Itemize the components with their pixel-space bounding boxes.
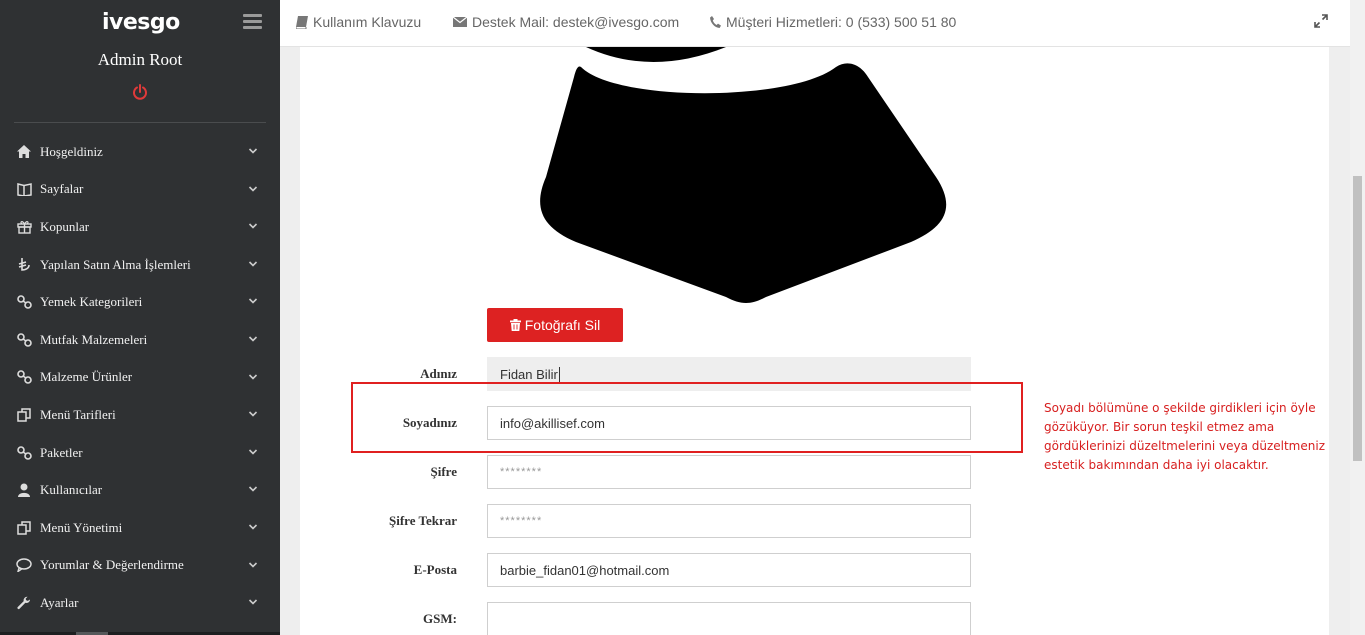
chevron-down-icon bbox=[248, 186, 258, 192]
logo-row: ivesgo bbox=[0, 8, 280, 38]
user-guide-link[interactable]: Kullanım Klavuzu bbox=[296, 14, 421, 30]
chevron-down-icon bbox=[248, 486, 258, 492]
sidebar-item-kopunlar[interactable]: Kopunlar bbox=[0, 208, 280, 246]
copy-icon bbox=[16, 407, 32, 423]
trash-icon bbox=[509, 319, 521, 331]
chevron-down-icon bbox=[248, 373, 258, 380]
gsm-field[interactable] bbox=[487, 602, 971, 635]
sidebar-item-label: Sayfalar bbox=[40, 181, 84, 197]
sidebar-item-sayfalar[interactable]: Sayfalar bbox=[0, 171, 280, 209]
email-label: E-Posta bbox=[413, 562, 457, 577]
text-caret bbox=[558, 366, 560, 382]
hamburger-menu-icon[interactable] bbox=[243, 14, 262, 29]
sidebar-item-paketler[interactable]: Paketler bbox=[0, 434, 280, 472]
scrollbar[interactable] bbox=[1350, 0, 1365, 635]
chevron-down-icon bbox=[248, 261, 258, 267]
copy-icon bbox=[16, 520, 32, 536]
first-name-field[interactable]: Fidan Bilir bbox=[487, 357, 971, 391]
book-icon bbox=[296, 15, 308, 29]
sidebar-item-label: Kopunlar bbox=[40, 218, 90, 234]
sidebar-item-label: Yorumlar & Değerlendirme bbox=[40, 557, 184, 573]
profile-card: Fotoğrafı Sil Adınız Fidan Bilir Soyadın… bbox=[300, 47, 1329, 635]
sidebar-item-yemek-kategorileri[interactable]: Yemek Kategorileri bbox=[0, 283, 280, 321]
comment-icon bbox=[16, 557, 32, 573]
chevron-down-icon bbox=[248, 524, 258, 530]
envelope-icon bbox=[453, 17, 467, 27]
fullscreen-expand-icon[interactable] bbox=[1314, 14, 1328, 28]
link-icon bbox=[16, 369, 32, 385]
book-icon bbox=[16, 181, 32, 197]
topbar: Kullanım Klavuzu Destek Mail: destek@ive… bbox=[280, 0, 1350, 47]
power-icon[interactable] bbox=[132, 84, 148, 100]
last-name-value: info@akillisef.com bbox=[500, 415, 605, 431]
lira-icon bbox=[16, 257, 32, 273]
sidebar-item-label: Hoşgeldiniz bbox=[40, 143, 103, 159]
link-icon bbox=[16, 445, 32, 461]
password-value: ******** bbox=[500, 466, 543, 478]
sidebar-item-malzeme-urunler[interactable]: Malzeme Ürünler bbox=[0, 359, 280, 397]
first-name-label: Adınız bbox=[420, 366, 457, 381]
sidebar-item-label: Mutfak Malzemeleri bbox=[40, 331, 148, 347]
password-repeat-label: Şifre Tekrar bbox=[388, 513, 457, 528]
gift-icon bbox=[16, 219, 32, 235]
chevron-down-icon bbox=[248, 336, 258, 342]
avatar-placeholder bbox=[540, 47, 947, 303]
logo[interactable]: ivesgo bbox=[102, 10, 180, 35]
sidebar: ivesgo Admin Root Hoşgeldiniz Sayfalar K… bbox=[0, 0, 280, 635]
chevron-down-icon bbox=[248, 561, 258, 568]
home-icon bbox=[16, 144, 32, 160]
delete-photo-label: Fotoğrafı Sil bbox=[524, 317, 601, 333]
sidebar-item-menu-tarifleri[interactable]: Menü Tarifleri bbox=[0, 396, 280, 434]
sidebar-item-hosgeldiniz[interactable]: Hoşgeldiniz bbox=[0, 133, 280, 171]
sidebar-item-label: Yapılan Satın Alma İşlemleri bbox=[40, 256, 191, 272]
annotation-note: Soyadı bölümüne o şekilde girdikleri içi… bbox=[1044, 401, 1325, 472]
admin-name: Admin Root bbox=[97, 50, 183, 69]
sidebar-item-label: Menü Yönetimi bbox=[40, 519, 123, 535]
user-icon bbox=[16, 482, 32, 498]
chevron-down-icon bbox=[248, 298, 258, 305]
sidebar-item-ayarlar[interactable]: Ayarlar bbox=[0, 584, 280, 622]
sidebar-item-label: Menü Tarifleri bbox=[40, 406, 116, 422]
sidebar-item-satin-alma[interactable]: Yapılan Satın Alma İşlemleri bbox=[0, 246, 280, 284]
chevron-down-icon bbox=[248, 449, 258, 455]
user-guide-label: Kullanım Klavuzu bbox=[313, 14, 422, 30]
customer-service-label: Müşteri Hizmetleri: 0 (533) 500 51 80 bbox=[726, 14, 957, 30]
password-field[interactable]: ******** bbox=[487, 455, 971, 489]
customer-service-link[interactable]: Müşteri Hizmetleri: 0 (533) 500 51 80 bbox=[710, 14, 956, 30]
sidebar-item-mutfak-malzemeleri[interactable]: Mutfak Malzemeleri bbox=[0, 321, 280, 359]
chevron-down-icon bbox=[248, 148, 258, 154]
password-repeat-field[interactable]: ******** bbox=[487, 504, 971, 538]
sidebar-item-menu-yonetimi[interactable]: Menü Yönetimi bbox=[0, 509, 280, 547]
wrench-icon bbox=[16, 595, 32, 611]
sidebar-menu: Hoşgeldiniz Sayfalar Kopunlar Yapılan Sa… bbox=[0, 133, 280, 622]
sidebar-item-kullanicilar[interactable]: Kullanıcılar bbox=[0, 471, 280, 509]
chevron-down-icon bbox=[248, 411, 258, 417]
last-name-field[interactable]: info@akillisef.com bbox=[487, 406, 971, 440]
sidebar-item-label: Yemek Kategorileri bbox=[40, 294, 143, 310]
support-mail-link[interactable]: Destek Mail: destek@ivesgo.com bbox=[453, 14, 679, 30]
email-field[interactable]: barbie_fidan01@hotmail.com bbox=[487, 553, 971, 587]
password-repeat-value: ******** bbox=[500, 515, 543, 527]
sidebar-item-label: Paketler bbox=[40, 444, 83, 460]
sidebar-item-label: Malzeme Ürünler bbox=[40, 369, 133, 385]
delete-photo-button[interactable]: Fotoğrafı Sil bbox=[487, 308, 623, 342]
first-name-value: Fidan Bilir bbox=[500, 366, 558, 382]
email-value: barbie_fidan01@hotmail.com bbox=[500, 562, 670, 578]
sidebar-divider bbox=[14, 122, 266, 123]
sidebar-item-yorumlar[interactable]: Yorumlar & Değerlendirme bbox=[0, 547, 280, 585]
last-name-label: Soyadınız bbox=[402, 415, 457, 430]
link-icon bbox=[16, 294, 32, 310]
support-mail-label: Destek Mail: destek@ivesgo.com bbox=[472, 14, 680, 30]
phone-icon bbox=[710, 16, 721, 28]
sidebar-item-label: Kullanıcılar bbox=[40, 482, 103, 498]
password-label: Şifre bbox=[430, 464, 457, 479]
chevron-down-icon bbox=[248, 223, 258, 229]
sidebar-item-label: Ayarlar bbox=[40, 594, 79, 610]
link-icon bbox=[16, 332, 32, 348]
scrollbar-thumb[interactable] bbox=[1353, 176, 1362, 461]
gsm-label: GSM: bbox=[423, 611, 457, 626]
chevron-down-icon bbox=[248, 599, 258, 605]
